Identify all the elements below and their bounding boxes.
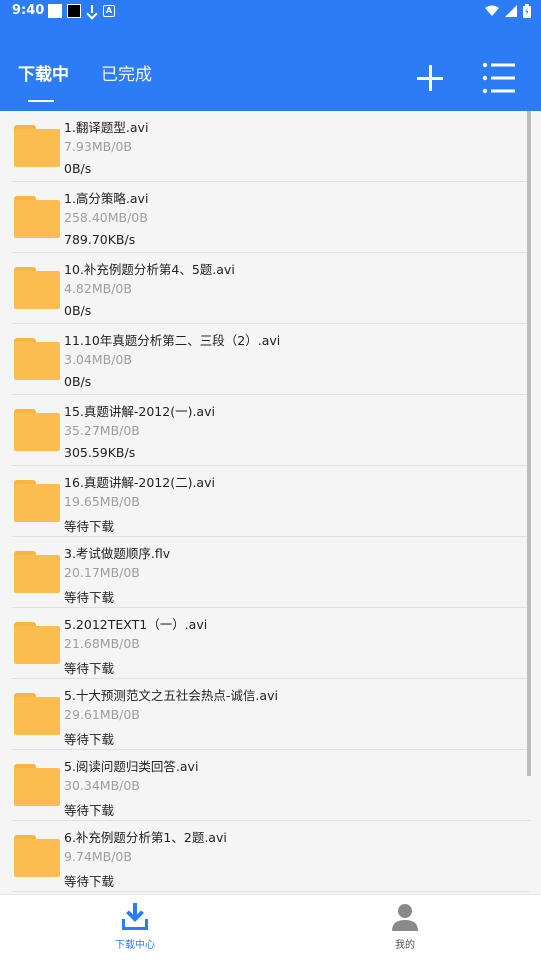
- nav-mine[interactable]: 我的: [345, 895, 465, 961]
- download-status: 等待下载: [64, 874, 115, 889]
- download-icon: [122, 903, 148, 930]
- file-name: 15.真题讲解-2012(一).avi: [64, 404, 215, 419]
- file-size: 20.17MB/0B: [64, 565, 140, 580]
- app-header: 9:40 A 下载中 已完成: [0, 0, 541, 111]
- file-size: 3.04MB/0B: [64, 352, 132, 367]
- nav-label: 下载中心: [115, 940, 155, 951]
- tab-completed[interactable]: 已完成: [101, 60, 152, 85]
- folder-icon: [14, 267, 60, 309]
- list-item[interactable]: 5.2012TEXT1（一）.avi 21.68MB/0B 等待下载: [0, 608, 530, 679]
- file-size: 35.27MB/0B: [64, 423, 140, 438]
- file-size: 258.40MB/0B: [64, 210, 148, 225]
- download-status: 等待下载: [64, 803, 115, 818]
- list-item[interactable]: 6.补充例题分析第1、2题.avi 9.74MB/0B 等待下载: [0, 821, 530, 892]
- download-status: 0B/s: [64, 161, 92, 176]
- folder-icon: [14, 196, 60, 238]
- folder-icon: [14, 338, 60, 380]
- download-notification-icon: [86, 4, 98, 18]
- file-name: 11.10年真题分析第二、三段（2）.avi: [64, 333, 281, 348]
- a-badge-icon: A: [103, 5, 115, 17]
- download-list[interactable]: 1.翻译题型.avi 7.93MB/0B 0B/s 1.高分策略.avi 258…: [0, 111, 541, 894]
- list-item[interactable]: 10.补充例题分析第4、5题.avi 4.82MB/0B 0B/s: [0, 253, 530, 324]
- folder-icon: [14, 125, 60, 167]
- battery-icon: [523, 4, 531, 18]
- file-name: 16.真题讲解-2012(二).avi: [64, 475, 215, 490]
- folder-icon: [14, 551, 60, 593]
- download-status: 等待下载: [64, 732, 115, 747]
- system-icons: [485, 4, 531, 18]
- folder-icon: [14, 764, 60, 806]
- file-size: 19.65MB/0B: [64, 494, 140, 509]
- download-status: 等待下载: [64, 590, 115, 605]
- list-icon: [482, 62, 515, 94]
- divider: [12, 891, 530, 892]
- list-item[interactable]: 1.翻译题型.avi 7.93MB/0B 0B/s: [0, 111, 530, 182]
- status-bar: 9:40 A: [0, 0, 541, 24]
- add-button[interactable]: [410, 58, 450, 98]
- folder-icon: [14, 480, 60, 522]
- scrollbar[interactable]: [527, 111, 531, 776]
- list-item[interactable]: 15.真题讲解-2012(一).avi 35.27MB/0B 305.59KB/…: [0, 395, 530, 466]
- download-status: 305.59KB/s: [64, 445, 136, 460]
- folder-icon: [14, 409, 60, 451]
- person-icon: [392, 904, 418, 931]
- download-status: 0B/s: [64, 374, 92, 389]
- download-status: 789.70KB/s: [64, 232, 136, 247]
- file-size: 21.68MB/0B: [64, 636, 140, 651]
- list-item[interactable]: 1.高分策略.avi 258.40MB/0B 789.70KB/s: [0, 182, 530, 253]
- nav-download-center[interactable]: 下载中心: [75, 895, 195, 961]
- file-size: 30.34MB/0B: [64, 778, 140, 793]
- folder-icon: [14, 622, 60, 664]
- folder-icon: [14, 835, 60, 877]
- file-size: 4.82MB/0B: [64, 281, 132, 296]
- tab-indicator: [28, 100, 54, 102]
- file-name: 6.补充例题分析第1、2题.avi: [64, 830, 227, 845]
- file-name: 3.考试做题顺序.flv: [64, 546, 171, 561]
- wifi-icon: [485, 5, 499, 16]
- list-item[interactable]: 3.考试做题顺序.flv 20.17MB/0B 等待下载: [0, 537, 530, 608]
- download-status: 等待下载: [64, 519, 115, 534]
- bottom-nav: 下载中心 我的: [0, 894, 541, 961]
- download-status: 0B/s: [64, 303, 92, 318]
- list-item[interactable]: 5.阅读问题归类回答.avi 30.34MB/0B 等待下载: [0, 750, 530, 821]
- file-name: 5.2012TEXT1（一）.avi: [64, 617, 208, 632]
- nav-label: 我的: [395, 940, 415, 951]
- list-item[interactable]: 11.10年真题分析第二、三段（2）.avi 3.04MB/0B 0B/s: [0, 324, 530, 395]
- notification-icons: A: [48, 4, 115, 18]
- signal-icon: [505, 5, 517, 17]
- tab-downloading[interactable]: 下载中: [18, 60, 69, 85]
- notification-square-icon: [48, 4, 62, 18]
- file-name: 1.高分策略.avi: [64, 191, 149, 206]
- menu-button[interactable]: [482, 62, 516, 94]
- file-name: 10.补充例题分析第4、5题.avi: [64, 262, 235, 277]
- file-size: 9.74MB/0B: [64, 849, 132, 864]
- list-item[interactable]: 16.真题讲解-2012(二).avi 19.65MB/0B 等待下载: [0, 466, 530, 537]
- status-time: 9:40: [12, 3, 45, 18]
- file-name: 5.阅读问题归类回答.avi: [64, 759, 199, 774]
- download-status: 等待下载: [64, 661, 115, 676]
- notification-black-icon: [67, 4, 81, 18]
- file-size: 7.93MB/0B: [64, 139, 132, 154]
- folder-icon: [14, 693, 60, 735]
- file-name: 1.翻译题型.avi: [64, 120, 149, 135]
- list-item[interactable]: 5.十大预测范文之五社会热点-诚信.avi 29.61MB/0B 等待下载: [0, 679, 530, 750]
- file-size: 29.61MB/0B: [64, 707, 140, 722]
- file-name: 5.十大预测范文之五社会热点-诚信.avi: [64, 688, 278, 703]
